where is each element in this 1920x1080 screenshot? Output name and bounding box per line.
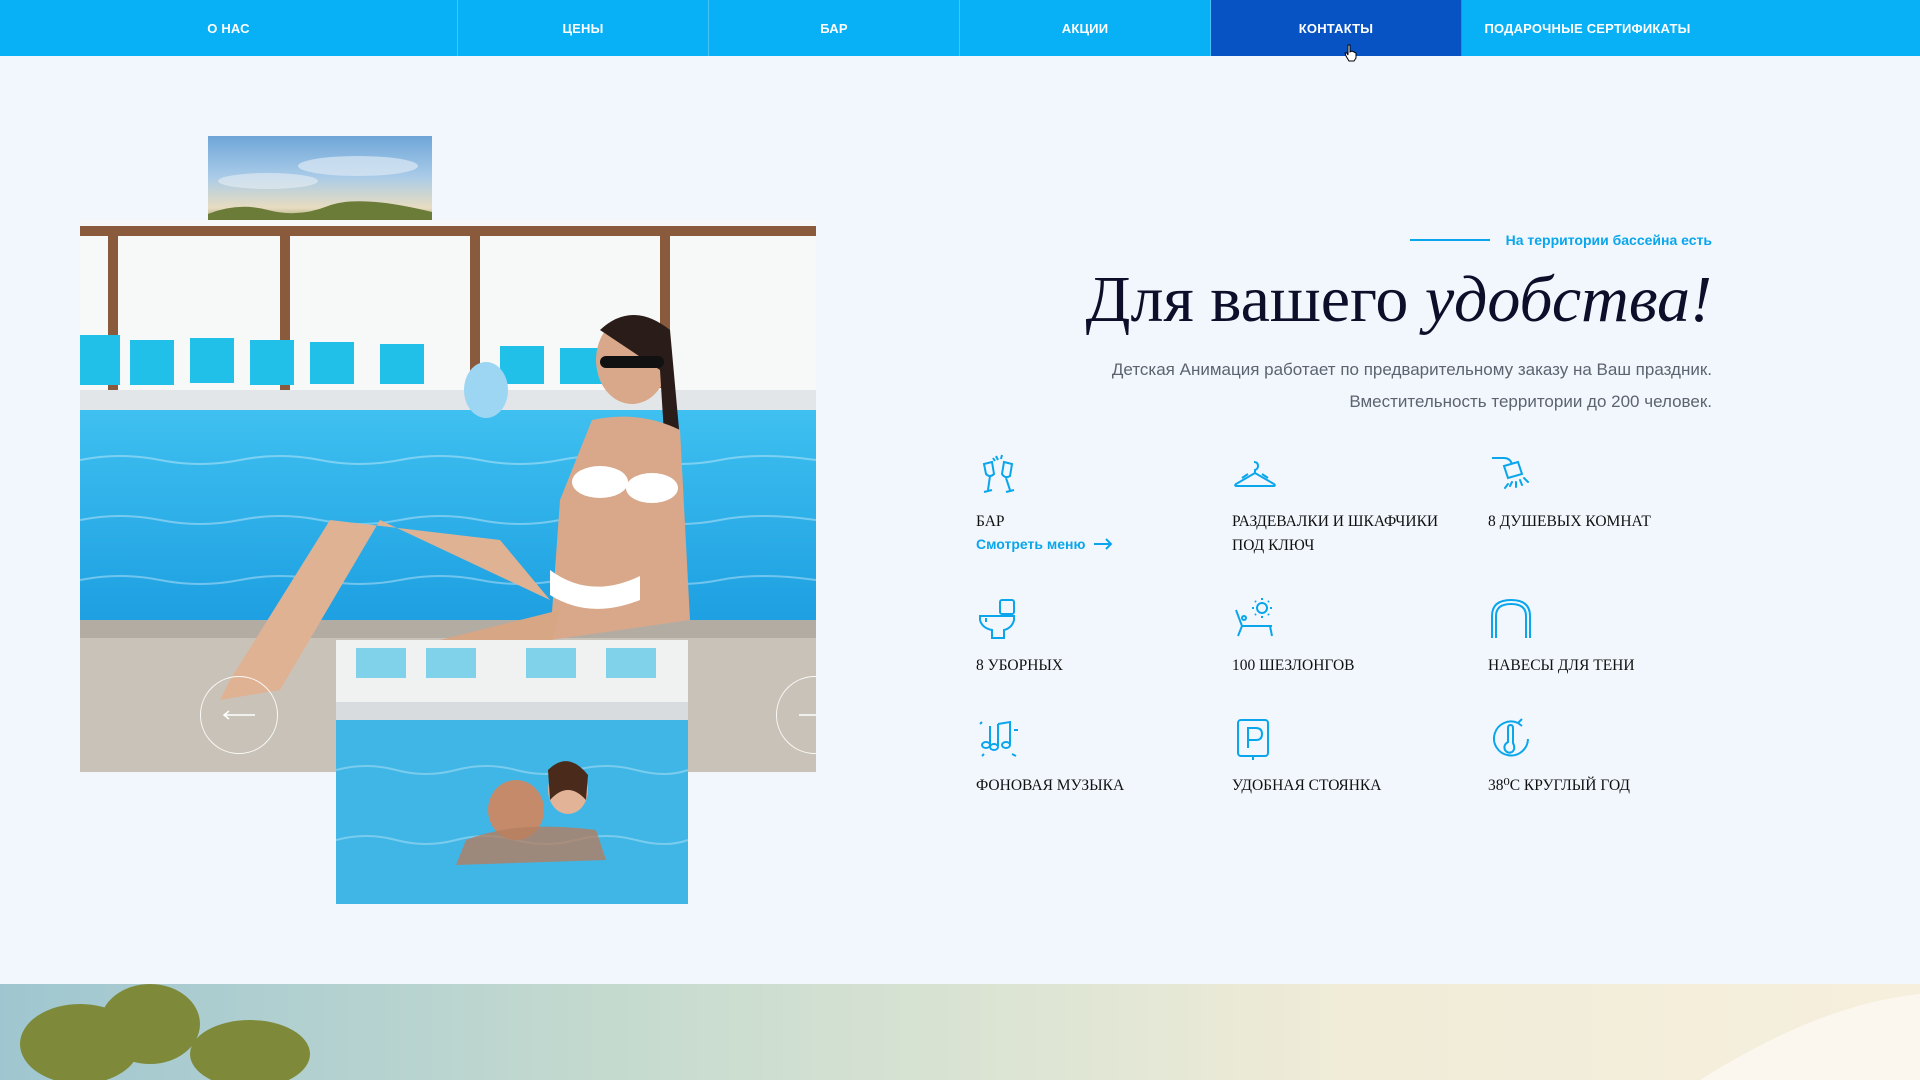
slider-prev-button[interactable] (200, 676, 278, 754)
feature-label: БАР (976, 513, 1005, 530)
section-eyebrow: На территории бассейна есть (1409, 232, 1712, 248)
thermometer-icon (1493, 718, 1529, 757)
nav-item-contacts[interactable]: КОНТАКТЫ (1211, 0, 1462, 56)
feature-label: 8 ДУШЕВЫХ КОМНАТ (1488, 513, 1651, 530)
canopy-arch-icon (1491, 598, 1531, 638)
shower-icon (1492, 457, 1529, 489)
view-menu-link-text: Смотреть меню (976, 536, 1086, 552)
nav-item-gift-certificates[interactable]: ПОДАРОЧНЫЕ СЕРТИФИКАТЫ (1462, 0, 1713, 56)
hand-cursor-icon (1344, 44, 1357, 62)
next-section-photo (0, 984, 1920, 1080)
nav-item-bar[interactable]: БАР (709, 0, 960, 56)
feature-label: УДОБНАЯ СТОЯНКА (1232, 777, 1382, 794)
nav-item-prices[interactable]: ЦЕНЫ (458, 0, 709, 56)
headline-italic: удобства! (1424, 263, 1712, 336)
pool-family-photo (336, 640, 688, 904)
parking-icon (1237, 719, 1269, 760)
feature-label: РАЗДЕВАЛКИ И ШКАФЧИКИ ПОД КЛЮЧ (1232, 513, 1439, 554)
arrow-right-icon (1094, 538, 1113, 550)
feature-label: 38⁰С КРУГЛЫЙ ГОД (1488, 777, 1630, 794)
eyebrow-text: На территории бассейна есть (1505, 232, 1712, 248)
section-description: Детская Анимация работает по предварител… (1112, 354, 1712, 418)
top-nav: О НАС ЦЕНЫ БАР АКЦИИ КОНТАКТЫ ПОДАРОЧНЫЕ… (0, 0, 1920, 56)
feature-parking: УДОБНАЯ СТОЯНКА (1232, 716, 1462, 798)
headline-regular: Для вашего (1085, 263, 1425, 336)
feature-label: 8 УБОРНЫХ (976, 657, 1064, 674)
sky-photo (208, 136, 432, 226)
hanger-icon (1234, 461, 1276, 487)
arrow-left-icon (222, 710, 255, 720)
feature-toilets: 8 УБОРНЫХ (976, 596, 1206, 678)
feature-showers: 8 ДУШЕВЫХ КОМНАТ (1488, 452, 1718, 534)
toilet-icon (979, 599, 1015, 639)
feature-label: ФОНОВАЯ МУЗЫКА (976, 777, 1125, 794)
nav-item-promotions[interactable]: АКЦИИ (960, 0, 1211, 56)
feature-temperature: 38⁰С КРУГЛЫЙ ГОД (1488, 716, 1718, 798)
eyebrow-line (1409, 239, 1490, 241)
feature-canopies: НАВЕСЫ ДЛЯ ТЕНИ (1488, 596, 1718, 678)
feature-sunbeds: 100 ШЕЗЛОНГОВ (1232, 596, 1462, 678)
feature-music: ФОНОВАЯ МУЗЫКА (976, 716, 1206, 798)
view-menu-link[interactable]: Смотреть меню (976, 536, 1206, 552)
feature-lockers: РАЗДЕВАЛКИ И ШКАФЧИКИ ПОД КЛЮЧ (1232, 452, 1462, 558)
champagne-glasses-icon (982, 454, 1015, 493)
description-line-1: Детская Анимация работает по предварител… (1111, 360, 1712, 379)
arrow-right-icon (799, 714, 816, 716)
nav-item-about[interactable]: О НАС (0, 0, 458, 56)
description-line-2: Вместительность территории до 200 челове… (1349, 392, 1712, 411)
feature-label: НАВЕСЫ ДЛЯ ТЕНИ (1488, 657, 1635, 674)
music-notes-icon (979, 720, 1018, 757)
sunbed-icon (1235, 598, 1273, 637)
feature-bar: БАР Смотреть меню (976, 452, 1206, 552)
section-headline: Для вашего удобства! (1085, 260, 1712, 340)
feature-label: 100 ШЕЗЛОНГОВ (1232, 657, 1355, 674)
